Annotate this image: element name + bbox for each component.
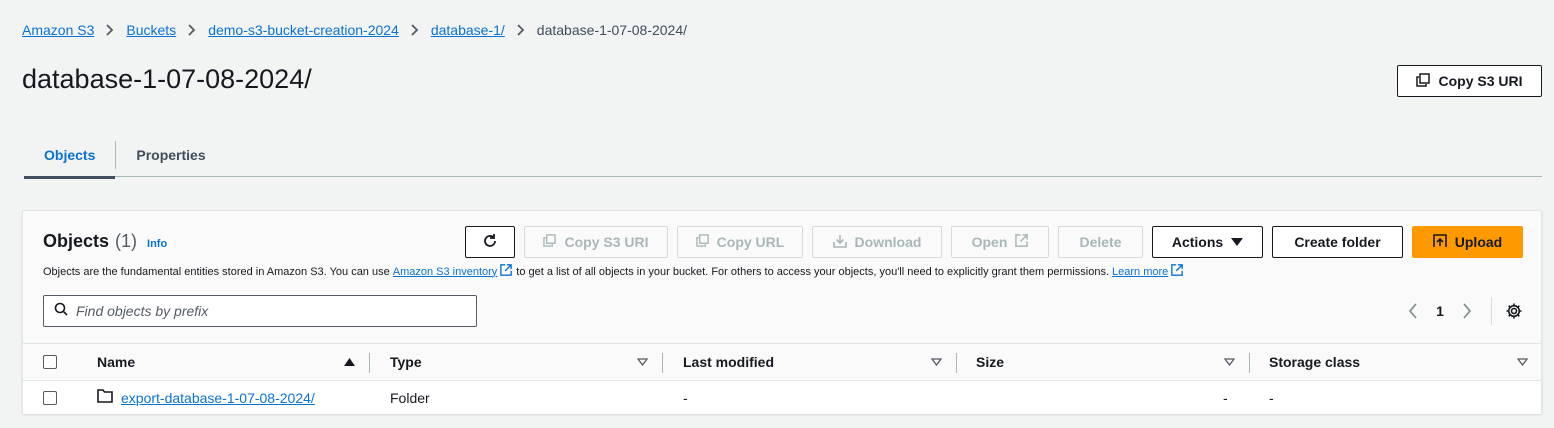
- column-header-type[interactable]: Type: [390, 344, 422, 380]
- chevron-left-icon[interactable]: [1401, 299, 1425, 323]
- select-all-cell: [43, 344, 57, 380]
- column-divider[interactable]: [369, 353, 370, 373]
- copy-s3-uri-button[interactable]: Copy S3 URI: [1397, 65, 1542, 97]
- current-page[interactable]: 1: [1425, 303, 1455, 319]
- copy-s3-uri-toolbar-button[interactable]: Copy S3 URI: [524, 226, 668, 258]
- tab-properties[interactable]: Properties: [116, 133, 225, 177]
- external-link-icon: [1015, 234, 1029, 250]
- upload-icon: [1432, 233, 1447, 251]
- chevron-right-icon: [94, 24, 126, 36]
- upload-button[interactable]: Upload: [1412, 226, 1523, 258]
- create-folder-label: Create folder: [1294, 234, 1381, 250]
- pager-divider: [1491, 297, 1492, 325]
- name-cell: export-database-1-07-08-2024/: [97, 381, 315, 414]
- external-link-icon: [500, 264, 513, 279]
- select-all-checkbox[interactable]: [43, 355, 57, 369]
- copy-s3-uri-label: Copy S3 URI: [1438, 73, 1523, 89]
- column-divider[interactable]: [1249, 353, 1250, 373]
- sort-icon[interactable]: [1517, 344, 1528, 380]
- download-label: Download: [854, 234, 922, 250]
- copy-url-button[interactable]: Copy URL: [677, 226, 803, 258]
- upload-label: Upload: [1454, 234, 1503, 250]
- description-text: Objects are the fundamental entities sto…: [43, 265, 390, 278]
- external-link-icon: [1171, 264, 1184, 279]
- last-modified-cell: -: [683, 389, 688, 406]
- panel-description: Objects are the fundamental entities sto…: [43, 264, 1184, 279]
- folder-icon: [97, 389, 113, 406]
- object-count: (1): [115, 231, 138, 251]
- tab-objects[interactable]: Objects: [24, 133, 116, 179]
- copy-url-label: Copy URL: [716, 234, 785, 250]
- open-button[interactable]: Open: [951, 226, 1049, 258]
- breadcrumb-item-bucket[interactable]: demo-s3-bucket-creation-2024: [208, 22, 399, 38]
- sort-ascending-icon[interactable]: [344, 344, 355, 380]
- search-input[interactable]: [76, 303, 456, 319]
- info-link[interactable]: Info: [147, 238, 167, 250]
- copy-s3-uri-toolbar-label: Copy S3 URI: [564, 234, 649, 250]
- page-title: database-1-07-08-2024/: [22, 64, 312, 94]
- copy-icon: [695, 234, 709, 250]
- column-header-size[interactable]: Size: [976, 344, 1004, 380]
- column-divider[interactable]: [662, 353, 663, 373]
- tab-bar: Objects Properties: [24, 133, 1542, 179]
- refresh-icon: [482, 233, 498, 252]
- chevron-right-icon[interactable]: [1455, 299, 1479, 323]
- panel-title: Objects: [43, 231, 110, 251]
- sort-icon[interactable]: [931, 344, 942, 380]
- download-button[interactable]: Download: [812, 226, 942, 258]
- objects-toolbar: Copy S3 URI Copy URL Download Open Delet…: [465, 226, 1523, 258]
- chevron-right-icon: [176, 24, 208, 36]
- size-cell: -: [1223, 389, 1228, 406]
- actions-label: Actions: [1171, 234, 1224, 250]
- row-select-cell: [43, 381, 57, 414]
- column-divider[interactable]: [956, 353, 957, 373]
- breadcrumb-item-amazon-s3[interactable]: Amazon S3: [22, 22, 94, 38]
- s3-inventory-link[interactable]: Amazon S3 inventory: [393, 266, 498, 278]
- caret-down-icon: [1231, 234, 1244, 250]
- breadcrumb-item-buckets[interactable]: Buckets: [126, 22, 176, 38]
- pagination: 1: [1401, 297, 1526, 325]
- chevron-right-icon: [505, 24, 537, 36]
- open-label: Open: [971, 234, 1008, 250]
- breadcrumb-current: database-1-07-08-2024/: [536, 22, 688, 38]
- column-header-storage-class[interactable]: Storage class: [1269, 344, 1360, 380]
- storage-class-cell: -: [1269, 389, 1274, 406]
- search-field: [43, 295, 477, 327]
- chevron-right-icon: [399, 24, 431, 36]
- column-header-last-modified[interactable]: Last modified: [683, 344, 774, 380]
- copy-icon: [1416, 72, 1431, 90]
- breadcrumb: Amazon S3 Buckets demo-s3-bucket-creatio…: [22, 20, 687, 40]
- column-header-name[interactable]: Name: [97, 344, 135, 380]
- learn-more-link[interactable]: Learn more: [1112, 266, 1168, 278]
- settings-gear-icon[interactable]: [1502, 299, 1526, 323]
- type-cell: Folder: [390, 389, 430, 406]
- search-icon: [54, 302, 68, 321]
- breadcrumb-item-folder[interactable]: database-1/: [431, 22, 505, 38]
- table-header: Name Type Last modified Size Storage cla…: [23, 343, 1541, 381]
- download-icon: [832, 234, 847, 251]
- sort-icon[interactable]: [637, 344, 648, 380]
- folder-name-link[interactable]: export-database-1-07-08-2024/: [121, 390, 315, 406]
- sort-icon[interactable]: [1224, 344, 1235, 380]
- row-checkbox[interactable]: [43, 390, 57, 405]
- objects-panel: Objects (1) Info Copy S3 URI Copy URL Do…: [22, 210, 1542, 414]
- panel-header: Objects (1) Info: [43, 231, 167, 252]
- create-folder-button[interactable]: Create folder: [1272, 226, 1403, 258]
- delete-label: Delete: [1079, 234, 1122, 250]
- refresh-button[interactable]: [465, 226, 515, 258]
- description-text-middle: to get a list of all objects in your buc…: [516, 265, 1110, 278]
- table-row[interactable]: export-database-1-07-08-2024/ Folder - -…: [23, 381, 1541, 414]
- actions-dropdown[interactable]: Actions: [1152, 226, 1263, 258]
- delete-button[interactable]: Delete: [1058, 226, 1143, 258]
- copy-icon: [543, 234, 557, 250]
